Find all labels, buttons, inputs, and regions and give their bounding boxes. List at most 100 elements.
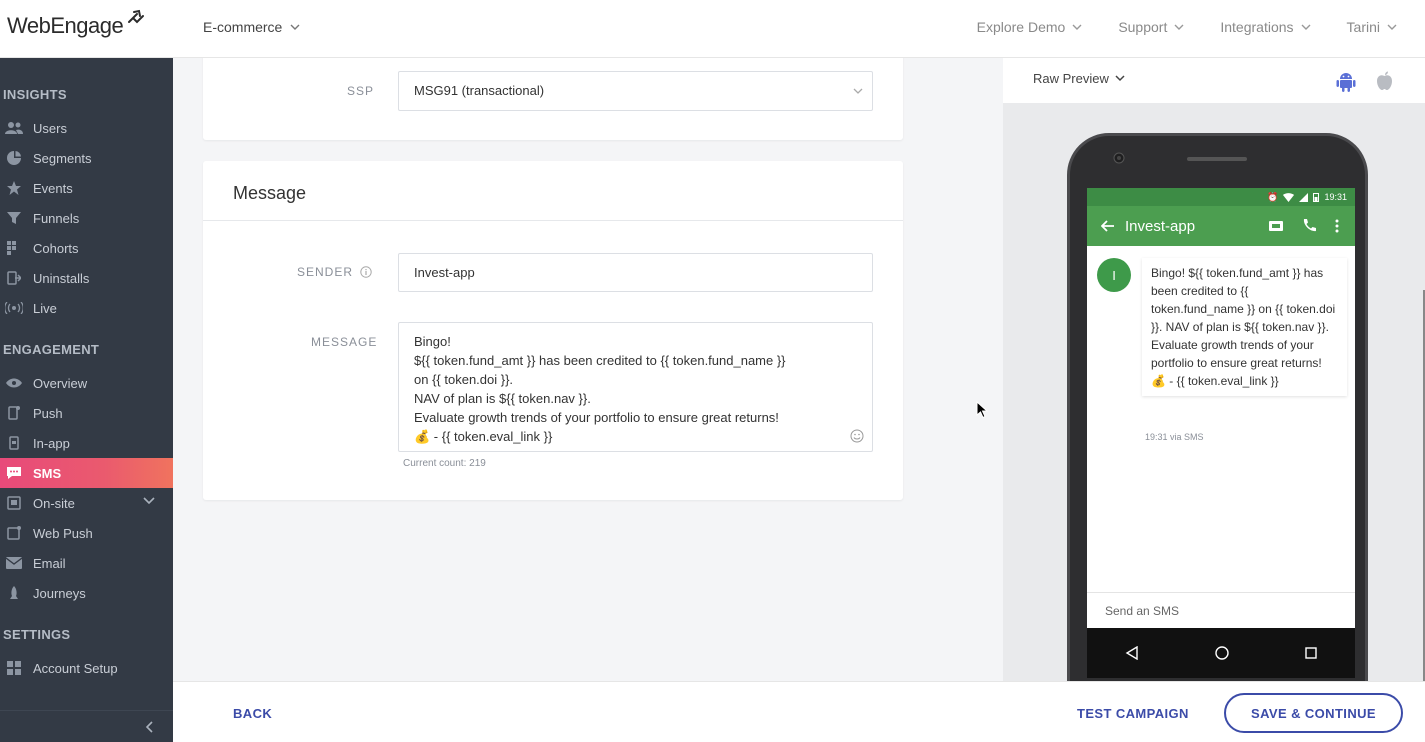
message-textarea[interactable]: Bingo! ${{ token.fund_amt }} has been cr… <box>398 322 873 452</box>
sidebar-item-label: Account Setup <box>33 660 118 676</box>
sidebar-item-cohorts[interactable]: Cohorts <box>0 233 173 263</box>
section-insights: INSIGHTS <box>3 87 67 102</box>
sms-compose-input[interactable]: Send an SMS <box>1087 592 1355 628</box>
android-nav-bar <box>1087 628 1355 678</box>
sidebar-item-label: Overview <box>33 375 88 391</box>
message-text: Bingo! ${{ token.fund_amt }} has been cr… <box>399 323 872 455</box>
sidebar-item-users[interactable]: Users <box>0 113 173 143</box>
wifi-icon <box>1283 192 1295 202</box>
ssp-select[interactable]: MSG91 (transactional) <box>398 71 873 111</box>
nav-label: Integrations <box>1220 19 1294 35</box>
save-continue-label: SAVE & CONTINUE <box>1251 705 1376 721</box>
chevron-left-icon <box>145 721 153 733</box>
back-arrow-icon[interactable] <box>1101 220 1115 232</box>
phone-call-icon[interactable] <box>1302 218 1317 233</box>
sidebar-item-label: Uninstalls <box>33 270 90 286</box>
logo-text: WebEngage <box>7 13 124 38</box>
sidebar-item-label: Users <box>33 120 67 136</box>
sidebar-collapse-button[interactable] <box>0 710 173 742</box>
nav-label: Support <box>1118 19 1168 35</box>
message-line: NAV of plan is ${{ token.nav }}. <box>414 391 591 406</box>
sidebar-item-label: Segments <box>33 150 92 166</box>
sidebar-item-journeys[interactable]: Journeys <box>0 578 173 608</box>
divider <box>203 220 903 221</box>
sms-icon <box>5 466 23 480</box>
main-content: SSP MSG91 (transactional) Message SENDER… <box>173 58 1003 681</box>
sidebar-item-live[interactable]: Live <box>0 293 173 323</box>
ssp-label: SSP <box>347 84 375 98</box>
sidebar-item-email[interactable]: Email <box>0 548 173 578</box>
rocket-icon <box>5 586 23 600</box>
compose-placeholder: Send an SMS <box>1105 604 1180 618</box>
nav-user-menu[interactable]: Tarini <box>1347 19 1397 35</box>
sidebar-item-sms[interactable]: SMS <box>0 458 173 488</box>
sidebar-item-funnels[interactable]: Funnels <box>0 203 173 233</box>
top-bar: WebEngage E-commerce Explore Demo Suppor… <box>0 0 1425 58</box>
message-line: Bingo! <box>414 334 451 349</box>
sidebar-item-web-push[interactable]: Web Push <box>0 518 173 548</box>
nav-back-icon[interactable] <box>1125 646 1139 660</box>
sms-meta: 19:31 via SMS <box>1145 432 1204 442</box>
broadcast-icon <box>5 301 23 315</box>
nav-recents-icon[interactable] <box>1305 647 1317 659</box>
sender-input[interactable]: Invest-app <box>398 253 873 292</box>
star-icon <box>5 181 23 195</box>
grid-icon <box>5 241 23 255</box>
sidebar-item-account-setup[interactable]: Account Setup <box>0 653 173 683</box>
sms-bubble: Bingo! ${{ token.fund_amt }} has been cr… <box>1142 258 1347 396</box>
account-setup-icon <box>5 661 23 675</box>
message-card: Message SENDER Invest-app MESSAGE Bingo!… <box>203 161 903 500</box>
camera-icon <box>1113 152 1125 164</box>
section-settings: SETTINGS <box>3 627 71 642</box>
nav-support[interactable]: Support <box>1118 19 1184 35</box>
sidebar-item-label: On-site <box>33 495 75 511</box>
back-button[interactable]: BACK <box>233 706 272 721</box>
webengage-logo[interactable]: WebEngage <box>7 9 147 42</box>
chevron-down-icon <box>1387 24 1397 30</box>
nav-label: Explore Demo <box>976 19 1066 35</box>
message-line: Evaluate growth trends of your portfolio… <box>414 410 779 425</box>
sidebar-item-on-site[interactable]: On-site <box>0 488 173 518</box>
apple-icon[interactable] <box>1376 71 1393 91</box>
preview-header: Raw Preview <box>1003 58 1425 103</box>
test-campaign-button[interactable]: TEST CAMPAIGN <box>1077 706 1189 721</box>
sidebar-item-uninstalls[interactable]: Uninstalls <box>0 263 173 293</box>
info-icon[interactable] <box>360 266 372 278</box>
sidebar-item-push[interactable]: Push <box>0 398 173 428</box>
sidebar-item-overview[interactable]: Overview <box>0 368 173 398</box>
phone-screen: ⏰ 19:31 Invest-app I Bingo! ${{ token.fu… <box>1087 188 1355 678</box>
video-call-icon[interactable] <box>1268 220 1284 232</box>
preview-mode-dropdown[interactable]: Raw Preview <box>1033 71 1125 86</box>
project-selector[interactable]: E-commerce <box>203 19 300 35</box>
sidebar-item-label: SMS <box>33 465 62 481</box>
sidebar-item-segments[interactable]: Segments <box>0 143 173 173</box>
eye-icon <box>5 376 23 390</box>
emoji-picker-icon[interactable] <box>850 429 864 443</box>
chevron-down-icon <box>1115 75 1125 82</box>
battery-icon <box>1313 193 1320 202</box>
sender-label-row: SENDER <box>297 265 372 279</box>
mouse-cursor-icon <box>976 401 988 419</box>
sidebar-item-label: Cohorts <box>33 240 79 256</box>
sidebar-item-events[interactable]: Events <box>0 173 173 203</box>
sidebar-item-label: Events <box>33 180 73 196</box>
phone-speaker <box>1187 157 1247 161</box>
android-icon[interactable] <box>1336 71 1356 92</box>
nav-explore-demo[interactable]: Explore Demo <box>977 19 1083 35</box>
sidebar-item-label: Funnels <box>33 210 80 226</box>
sidebar-item-label: In-app <box>33 435 70 451</box>
more-vert-icon[interactable] <box>1335 219 1339 233</box>
on-site-icon <box>5 496 23 510</box>
sidebar-item-label: Push <box>33 405 63 421</box>
preview-mode-label: Raw Preview <box>1033 71 1109 86</box>
sidebar: INSIGHTS Users Segments Events Funnels C… <box>0 58 173 742</box>
chevron-down-icon <box>1174 24 1184 30</box>
sidebar-item-in-app[interactable]: In-app <box>0 428 173 458</box>
save-continue-button[interactable]: SAVE & CONTINUE <box>1224 693 1403 733</box>
ssp-card: SSP MSG91 (transactional) <box>203 58 903 140</box>
character-count: Current count: 219 <box>403 458 486 469</box>
nav-integrations[interactable]: Integrations <box>1220 19 1311 35</box>
pie-chart-icon <box>5 151 23 165</box>
mobile-icon <box>5 436 23 450</box>
nav-home-icon[interactable] <box>1215 646 1229 660</box>
